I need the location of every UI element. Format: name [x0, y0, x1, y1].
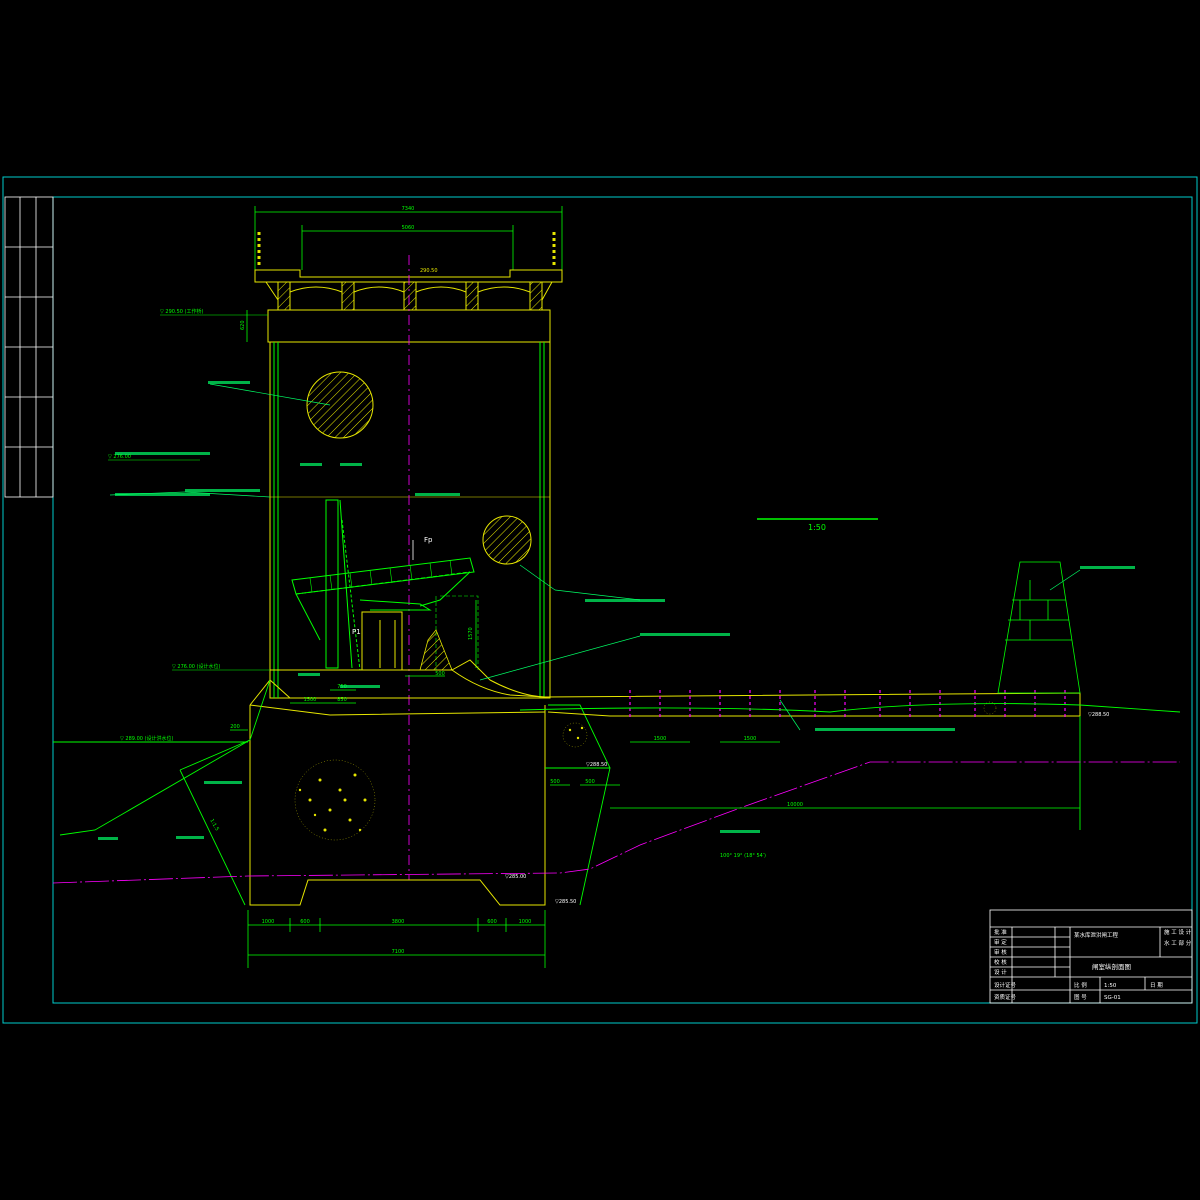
- elev-bridge: 290.50: [420, 268, 438, 274]
- apron: [544, 692, 1081, 717]
- dim-right-small2: 500: [550, 779, 560, 785]
- weir-floor: [249, 659, 546, 706]
- tb-row-2: 审 核: [994, 948, 1007, 956]
- tb-no-val: SG-01: [1104, 995, 1121, 1001]
- tb-row-0: 批 准: [994, 928, 1007, 936]
- ground-lines: [53, 679, 1181, 836]
- dim-bottom-right1: 600: [487, 919, 497, 925]
- elev-right-1: ▽288.50: [1088, 712, 1109, 718]
- bedrock-line: [52, 761, 1180, 884]
- tb-project: 某水库泄洪闸工程: [1074, 931, 1119, 939]
- dim-apron-long: 10000: [787, 802, 803, 808]
- tb-row-1: 审 定: [994, 938, 1007, 946]
- force-fp: Fp: [424, 536, 433, 544]
- dim-right-small: 500: [585, 779, 595, 785]
- drawing-canvas: 1:50 7340 5060 290.50 620 Fp P1 1570 100…: [2, 176, 1198, 1024]
- dim-left-small: 500: [435, 671, 445, 677]
- revision-strip: [4, 196, 54, 498]
- tb-scale-key: 比 例: [1074, 981, 1087, 989]
- dim-bottom-left1: 1000: [262, 919, 275, 925]
- dim-right-depth: 1570: [468, 627, 474, 640]
- tb-row-3: 校 核: [994, 958, 1007, 966]
- note-marks: [98, 381, 1135, 840]
- apron-dimensions: [550, 741, 1080, 809]
- tb-scale-val: 1:50: [1104, 983, 1117, 989]
- dim-bottom-mid: 3800: [392, 919, 405, 925]
- hoist-holes: [306, 371, 532, 565]
- anchor-block: [419, 629, 453, 671]
- tb-date-key: 日 期: [1150, 982, 1163, 989]
- elev-bottom-1: ▽285.00: [505, 874, 526, 880]
- top-dimensions: [254, 206, 563, 270]
- tb-no-key: 图 号: [1074, 993, 1087, 1001]
- dim-mid-1: 1500: [304, 697, 317, 703]
- dim-bottom-left2: 600: [300, 919, 310, 925]
- dim-top-total: 7340: [402, 206, 415, 212]
- drain-holes: [629, 690, 1066, 718]
- dim-left-height: 620: [240, 320, 246, 330]
- tb-drawing-title: 闸室纵剖面图: [1092, 962, 1131, 971]
- force-p1: P1: [352, 628, 361, 636]
- railing: [257, 232, 556, 268]
- leader-lines: [109, 383, 1081, 731]
- gravel-fill: [294, 701, 997, 841]
- dim-bottom-total: 7100: [392, 949, 405, 955]
- dim-apron-2: 1500: [744, 736, 757, 742]
- elev-left-3: ▽ 276.00 (设计水位): [172, 663, 220, 670]
- slope-label: 1:1.5: [208, 818, 220, 832]
- dim-mid-3: 850: [337, 697, 347, 703]
- tb-extra-1: 资质证号: [994, 993, 1017, 1001]
- tb-row-4: 设 计: [994, 968, 1007, 976]
- radial-gate: [291, 499, 475, 671]
- title-block: [989, 909, 1193, 1004]
- elev-right-2: ▽288.50: [586, 762, 607, 768]
- elev-left-1: ▽ 289.00 (设计洪水位): [120, 735, 173, 742]
- foundation: [249, 704, 546, 906]
- dim-pit-small: 200: [230, 724, 240, 730]
- elev-bottom-2: ▽285.50: [555, 899, 576, 905]
- axis-note: 100° 19° (18° 54′): [720, 853, 766, 859]
- dim-bottom-right2: 1000: [519, 919, 532, 925]
- tb-dept: 水 工 部 分: [1164, 939, 1192, 947]
- tb-extra-0: 设计证号: [994, 981, 1017, 989]
- dim-top-inner: 5060: [402, 225, 415, 231]
- scale-label: 1:50: [808, 523, 826, 532]
- bridge-deck: [254, 269, 563, 311]
- masonry-wall: [997, 561, 1081, 694]
- elev-top: ▽ 290.50 (工作桥): [160, 308, 203, 315]
- scale-annotation: 1:50: [757, 518, 878, 532]
- tb-stage: 施 工 设 计: [1164, 928, 1192, 936]
- dim-apron-1: 1500: [654, 736, 667, 742]
